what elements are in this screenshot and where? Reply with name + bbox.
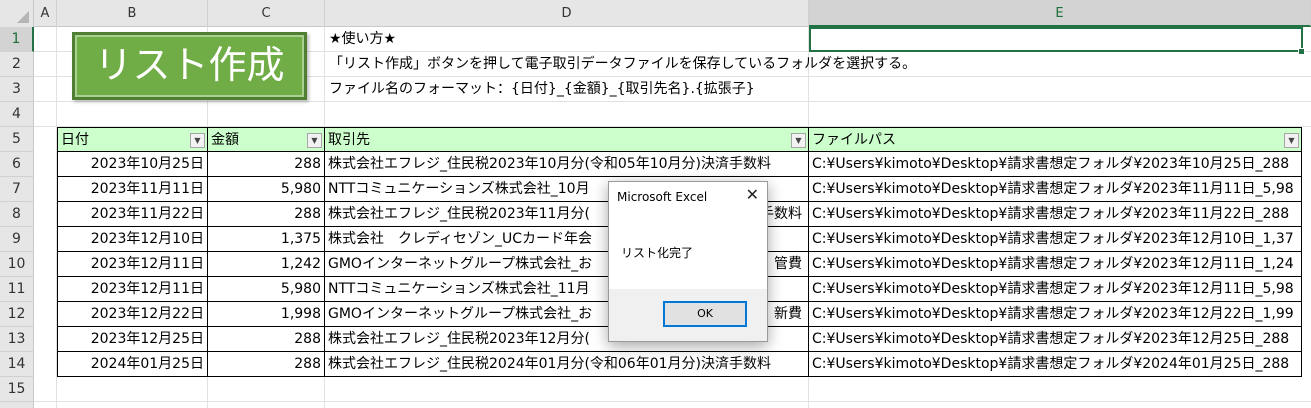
cell-vendor[interactable]: 株式会社エフレジ_住民税2023年10月分(令和05年10月分)決済手数料 <box>325 152 809 177</box>
column-header-a[interactable]: A <box>34 0 57 27</box>
row-header-7[interactable]: 7 <box>0 177 34 202</box>
cell-date[interactable]: 2023年12月22日 <box>57 302 208 327</box>
cell-vendor-text: GMOインターネットグループ株式会社_お <box>328 306 593 322</box>
cell-date[interactable]: 2023年11月11日 <box>57 177 208 202</box>
create-list-button[interactable]: リスト作成 <box>72 32 307 100</box>
cell-date[interactable]: 2023年10月25日 <box>57 152 208 177</box>
cell-vendor-tail: 新費 <box>774 306 802 322</box>
row-header-16-partial <box>0 402 34 408</box>
row-header-6[interactable]: 6 <box>0 152 34 177</box>
row-header-13[interactable]: 13 <box>0 327 34 352</box>
filter-dropdown-icon[interactable]: ▼ <box>791 133 806 148</box>
select-all-corner[interactable] <box>0 0 34 27</box>
header-vendor: 取引先 ▼ <box>325 127 809 152</box>
cell-path[interactable]: C:¥Users¥kimoto¥Desktop¥請求書想定フォルダ¥2023年1… <box>809 202 1302 227</box>
filter-dropdown-icon[interactable]: ▼ <box>307 133 322 148</box>
header-vendor-label: 取引先 <box>328 132 370 148</box>
cell-amount[interactable]: 1,998 <box>208 302 325 327</box>
fill-handle[interactable] <box>1298 48 1305 55</box>
row-header-14[interactable]: 14 <box>0 352 34 377</box>
cell-date[interactable]: 2023年12月11日 <box>57 277 208 302</box>
ok-button[interactable]: OK <box>663 301 747 327</box>
filter-dropdown-icon[interactable]: ▼ <box>1284 133 1299 148</box>
cell-path[interactable]: C:¥Users¥kimoto¥Desktop¥請求書想定フォルダ¥2023年1… <box>809 177 1302 202</box>
column-header-b[interactable]: B <box>57 0 208 27</box>
cell-path[interactable]: C:¥Users¥kimoto¥Desktop¥請求書想定フォルダ¥2023年1… <box>809 277 1302 302</box>
row-header-9[interactable]: 9 <box>0 227 34 252</box>
row-header-3[interactable]: 3 <box>0 77 34 102</box>
instructions-line-1: 「リスト作成」ボタンを押して電子取引データファイルを保存しているフォルダを選択す… <box>329 56 917 72</box>
filter-sorted-icon[interactable]: ▼ <box>190 133 205 148</box>
gridline-h <box>34 401 1311 402</box>
row-header-11[interactable]: 11 <box>0 277 34 302</box>
header-amount-label: 金額 <box>211 132 239 148</box>
row-header-5[interactable]: 5 <box>0 127 34 152</box>
row-header-12[interactable]: 12 <box>0 302 34 327</box>
cell-path[interactable]: C:¥Users¥kimoto¥Desktop¥請求書想定フォルダ¥2023年1… <box>809 302 1302 327</box>
close-icon[interactable]: ✕ <box>746 185 759 204</box>
cell-date[interactable]: 2023年12月25日 <box>57 327 208 352</box>
header-path-label: ファイルパス <box>812 132 896 148</box>
header-date-label: 日付 <box>61 132 89 148</box>
row-header-8[interactable]: 8 <box>0 202 34 227</box>
dialog-title: Microsoft Excel <box>617 190 708 204</box>
column-header-c[interactable]: C <box>208 0 325 27</box>
cell-date[interactable]: 2024年01月25日 <box>57 352 208 377</box>
cell-amount[interactable]: 288 <box>208 327 325 352</box>
cell-amount[interactable]: 5,980 <box>208 277 325 302</box>
header-amount: 金額 ▼ <box>208 127 325 152</box>
row-header-4[interactable]: 4 <box>0 102 34 127</box>
cell-date[interactable]: 2023年12月10日 <box>57 227 208 252</box>
cell-date[interactable]: 2023年12月11日 <box>57 252 208 277</box>
cell-vendor-tail: 管費 <box>774 256 802 272</box>
cell-amount[interactable]: 1,375 <box>208 227 325 252</box>
cell-amount[interactable]: 1,242 <box>208 252 325 277</box>
header-path: ファイルパス ▼ <box>809 127 1302 152</box>
row-header-15[interactable]: 15 <box>0 377 34 402</box>
instructions-line-2: ファイル名のフォーマット：{日付}_{金額}_{取引先名}.{拡張子} <box>329 81 755 97</box>
cell-amount[interactable]: 288 <box>208 152 325 177</box>
dialog-message: リスト化完了 <box>621 246 694 260</box>
cell-path[interactable]: C:¥Users¥kimoto¥Desktop¥請求書想定フォルダ¥2024年0… <box>809 352 1302 377</box>
header-date: 日付 ▼ <box>57 127 208 152</box>
row-header-1[interactable]: 1 <box>0 27 34 52</box>
cell-path[interactable]: C:¥Users¥kimoto¥Desktop¥請求書想定フォルダ¥2023年1… <box>809 152 1302 177</box>
cell-path[interactable]: C:¥Users¥kimoto¥Desktop¥請求書想定フォルダ¥2023年1… <box>809 227 1302 252</box>
cell-vendor-text: 株式会社エフレジ_住民税2023年11月分( <box>328 206 590 222</box>
cell-date[interactable]: 2023年11月22日 <box>57 202 208 227</box>
dialog-footer: OK <box>609 289 767 341</box>
row-header-2[interactable]: 2 <box>0 52 34 77</box>
column-header-d[interactable]: D <box>325 0 809 27</box>
row-header-10[interactable]: 10 <box>0 252 34 277</box>
cell-amount[interactable]: 288 <box>208 202 325 227</box>
cell-amount[interactable]: 5,980 <box>208 177 325 202</box>
cell-amount[interactable]: 288 <box>208 352 325 377</box>
cell-path[interactable]: C:¥Users¥kimoto¥Desktop¥請求書想定フォルダ¥2023年1… <box>809 252 1302 277</box>
cell-path[interactable]: C:¥Users¥kimoto¥Desktop¥請求書想定フォルダ¥2023年1… <box>809 327 1302 352</box>
instructions-heading: ★使い方★ <box>329 31 397 47</box>
message-dialog: Microsoft Excel ✕ リスト化完了 OK <box>608 181 768 342</box>
column-header-e[interactable]: E <box>809 0 1311 27</box>
cell-vendor-text: GMOインターネットグループ株式会社_お <box>328 256 593 272</box>
selected-cell-e1[interactable] <box>809 27 1303 52</box>
cell-vendor[interactable]: 株式会社エフレジ_住民税2024年01月分(令和06年01月分)決済手数料 <box>325 352 809 377</box>
select-all-icon <box>17 11 29 23</box>
